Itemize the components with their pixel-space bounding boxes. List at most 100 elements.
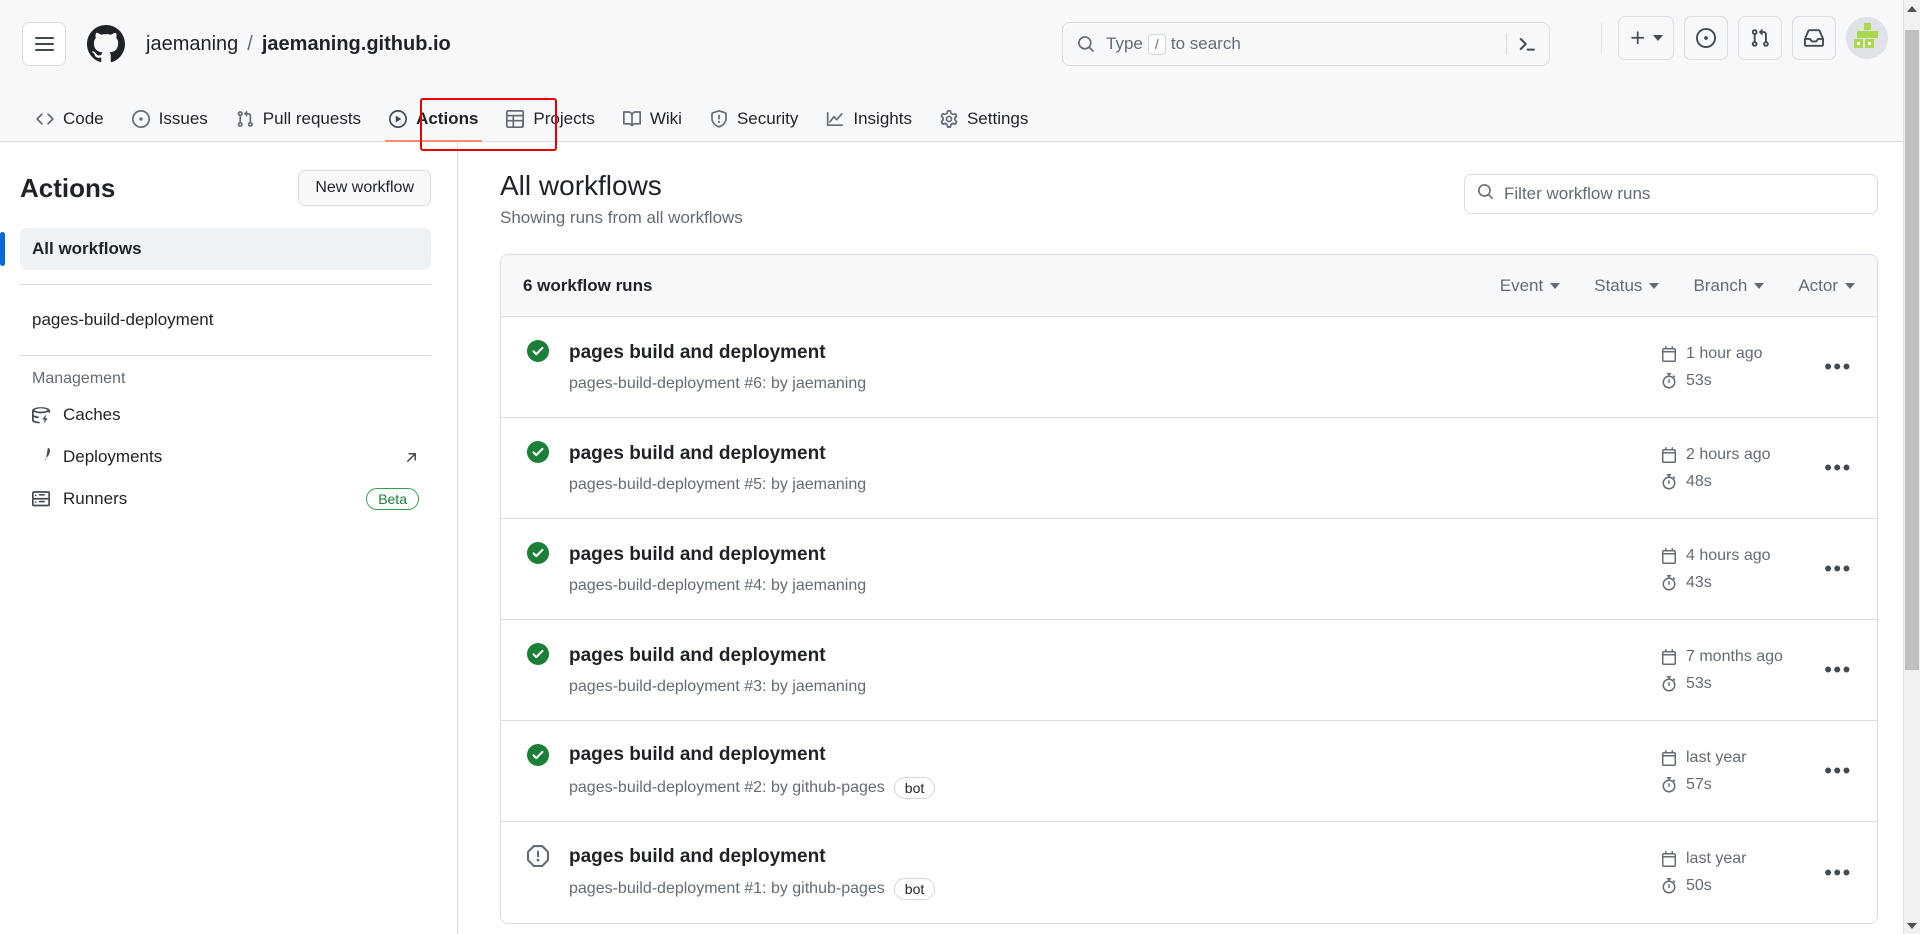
new-workflow-button[interactable]: New workflow xyxy=(298,170,431,206)
breadcrumb-repo[interactable]: jaemaning.github.io xyxy=(262,33,451,56)
table-row[interactable]: pages build and deployment pages-build-d… xyxy=(501,721,1877,822)
hamburger-icon[interactable] xyxy=(22,22,66,66)
notifications-button[interactable] xyxy=(1792,16,1836,60)
run-workflow-name[interactable]: pages-build-deployment xyxy=(569,779,740,797)
scrollbar-thumb[interactable] xyxy=(1905,30,1919,670)
sidebar-item-label: pages-build-deployment xyxy=(32,310,214,329)
table-row[interactable]: pages build and deployment pages-build-d… xyxy=(501,620,1877,721)
github-logo-icon[interactable] xyxy=(84,22,128,66)
run-details: pages build and deployment pages-build-d… xyxy=(569,341,1661,393)
filter-actor-dropdown[interactable]: Actor xyxy=(1798,276,1855,296)
actions-sidebar: Actions New workflow All workflows pages… xyxy=(0,142,458,934)
run-duration: 50s xyxy=(1686,877,1712,894)
beta-badge: Beta xyxy=(366,488,419,510)
tab-code[interactable]: Code xyxy=(22,97,118,141)
sidebar-item-all-workflows[interactable]: All workflows xyxy=(0,228,431,270)
run-number: #2: xyxy=(744,778,767,796)
run-date: 4 hours ago xyxy=(1686,546,1771,564)
page-scrollbar[interactable] xyxy=(1903,0,1920,934)
run-meta: pages-build-deployment #5: by jaemaning xyxy=(569,476,1661,494)
sidebar-item-label: Runners xyxy=(63,489,128,508)
search-placeholder: Type / to search xyxy=(1106,33,1506,55)
run-duration: 53s xyxy=(1686,674,1712,692)
workflow-runs-toolbar: 6 workflow runs Event Status Branch Acto… xyxy=(501,255,1877,317)
run-options-menu[interactable]: ••• xyxy=(1821,552,1855,586)
tab-pull-requests[interactable]: Pull requests xyxy=(222,97,375,141)
filter-label: Actor xyxy=(1798,275,1838,295)
sidebar-item-deployments[interactable]: Deployments xyxy=(20,436,431,478)
sidebar-item-label: Deployments xyxy=(63,447,163,466)
table-row[interactable]: pages build and deployment pages-build-d… xyxy=(501,418,1877,519)
run-details: pages build and deployment pages-build-d… xyxy=(569,442,1661,494)
breadcrumb-owner[interactable]: jaemaning xyxy=(146,33,238,56)
run-meta: pages-build-deployment #1: by github-pag… xyxy=(569,878,1661,901)
run-actor: by jaemaning xyxy=(770,374,867,392)
run-workflow-name[interactable]: pages-build-deployment xyxy=(569,577,740,595)
tab-actions[interactable]: Actions xyxy=(375,97,492,142)
run-date: last year xyxy=(1686,748,1747,766)
run-title[interactable]: pages build and deployment xyxy=(569,845,1661,870)
issues-button[interactable] xyxy=(1684,16,1728,60)
run-actor: by jaemaning xyxy=(770,475,867,493)
sidebar-item-runners[interactable]: Runners Beta xyxy=(20,478,431,520)
body: Actions New workflow All workflows pages… xyxy=(0,142,1920,934)
graph-icon xyxy=(826,110,844,128)
filter-workflow-runs-input[interactable]: Filter workflow runs xyxy=(1464,174,1878,214)
run-timing: last year 50s xyxy=(1661,850,1807,895)
run-timing: last year 57s xyxy=(1661,749,1807,794)
run-workflow-name[interactable]: pages-build-deployment xyxy=(569,476,740,494)
sidebar-item-caches[interactable]: Caches xyxy=(20,394,431,436)
run-title[interactable]: pages build and deployment xyxy=(569,644,1661,669)
sidebar-item-pages-build-deployment[interactable]: pages-build-deployment xyxy=(20,299,431,341)
tab-security[interactable]: Security xyxy=(696,97,812,141)
table-row[interactable]: pages build and deployment pages-build-d… xyxy=(501,519,1877,620)
server-icon xyxy=(32,490,50,508)
run-workflow-name[interactable]: pages-build-deployment xyxy=(569,375,740,393)
run-options-menu[interactable]: ••• xyxy=(1821,754,1855,788)
tab-label: Pull requests xyxy=(262,109,362,128)
tab-insights[interactable]: Insights xyxy=(812,97,926,141)
pull-requests-button[interactable] xyxy=(1738,16,1782,60)
run-meta: pages-build-deployment #2: by github-pag… xyxy=(569,776,1661,799)
table-row[interactable]: pages build and deployment pages-build-d… xyxy=(501,822,1877,923)
table-row[interactable]: pages build and deployment pages-build-d… xyxy=(501,317,1877,418)
tab-label: Projects xyxy=(533,109,595,128)
tab-projects[interactable]: Projects xyxy=(492,97,608,141)
run-title[interactable]: pages build and deployment xyxy=(569,442,1661,467)
create-new-button[interactable] xyxy=(1618,16,1674,60)
run-options-menu[interactable]: ••• xyxy=(1821,653,1855,687)
main-header: All workflows Showing runs from all work… xyxy=(500,170,1878,228)
issue-opened-icon xyxy=(1696,28,1716,48)
run-title[interactable]: pages build and deployment xyxy=(569,341,1661,366)
stopwatch-icon xyxy=(1662,878,1676,894)
calendar-icon xyxy=(1662,749,1676,766)
run-options-menu[interactable]: ••• xyxy=(1821,451,1855,485)
search-input[interactable]: Type / to search xyxy=(1062,22,1550,66)
scroll-down-arrow-icon[interactable] xyxy=(1904,917,1920,934)
cache-icon xyxy=(32,406,50,424)
run-title[interactable]: pages build and deployment xyxy=(569,743,1661,768)
run-title[interactable]: pages build and deployment xyxy=(569,543,1661,568)
chevron-down-icon xyxy=(1754,282,1765,289)
scroll-up-arrow-icon[interactable] xyxy=(1904,0,1920,17)
run-workflow-name[interactable]: pages-build-deployment xyxy=(569,678,740,696)
tab-wiki[interactable]: Wiki xyxy=(609,97,696,141)
stopwatch-icon xyxy=(1662,372,1676,389)
run-date: 7 months ago xyxy=(1686,647,1783,665)
filter-event-dropdown[interactable]: Event xyxy=(1499,275,1561,296)
tab-settings[interactable]: Settings xyxy=(926,97,1042,141)
run-options-menu[interactable]: ••• xyxy=(1821,856,1855,890)
search-icon xyxy=(1077,35,1095,53)
sidebar-title: Actions xyxy=(20,172,116,203)
terminal-icon[interactable] xyxy=(1517,34,1537,54)
check-circle-icon xyxy=(525,538,551,564)
tab-issues[interactable]: Issues xyxy=(118,97,222,141)
run-workflow-name[interactable]: pages-build-deployment xyxy=(569,880,740,898)
filter-branch-dropdown[interactable]: Branch xyxy=(1693,276,1765,296)
run-options-menu[interactable]: ••• xyxy=(1821,350,1855,384)
filter-status-dropdown[interactable]: Status xyxy=(1594,276,1660,296)
filter-label: Event xyxy=(1499,275,1544,295)
check-circle-icon xyxy=(525,639,551,665)
avatar[interactable] xyxy=(1846,17,1888,59)
global-search[interactable]: Type / to search xyxy=(1062,22,1550,66)
